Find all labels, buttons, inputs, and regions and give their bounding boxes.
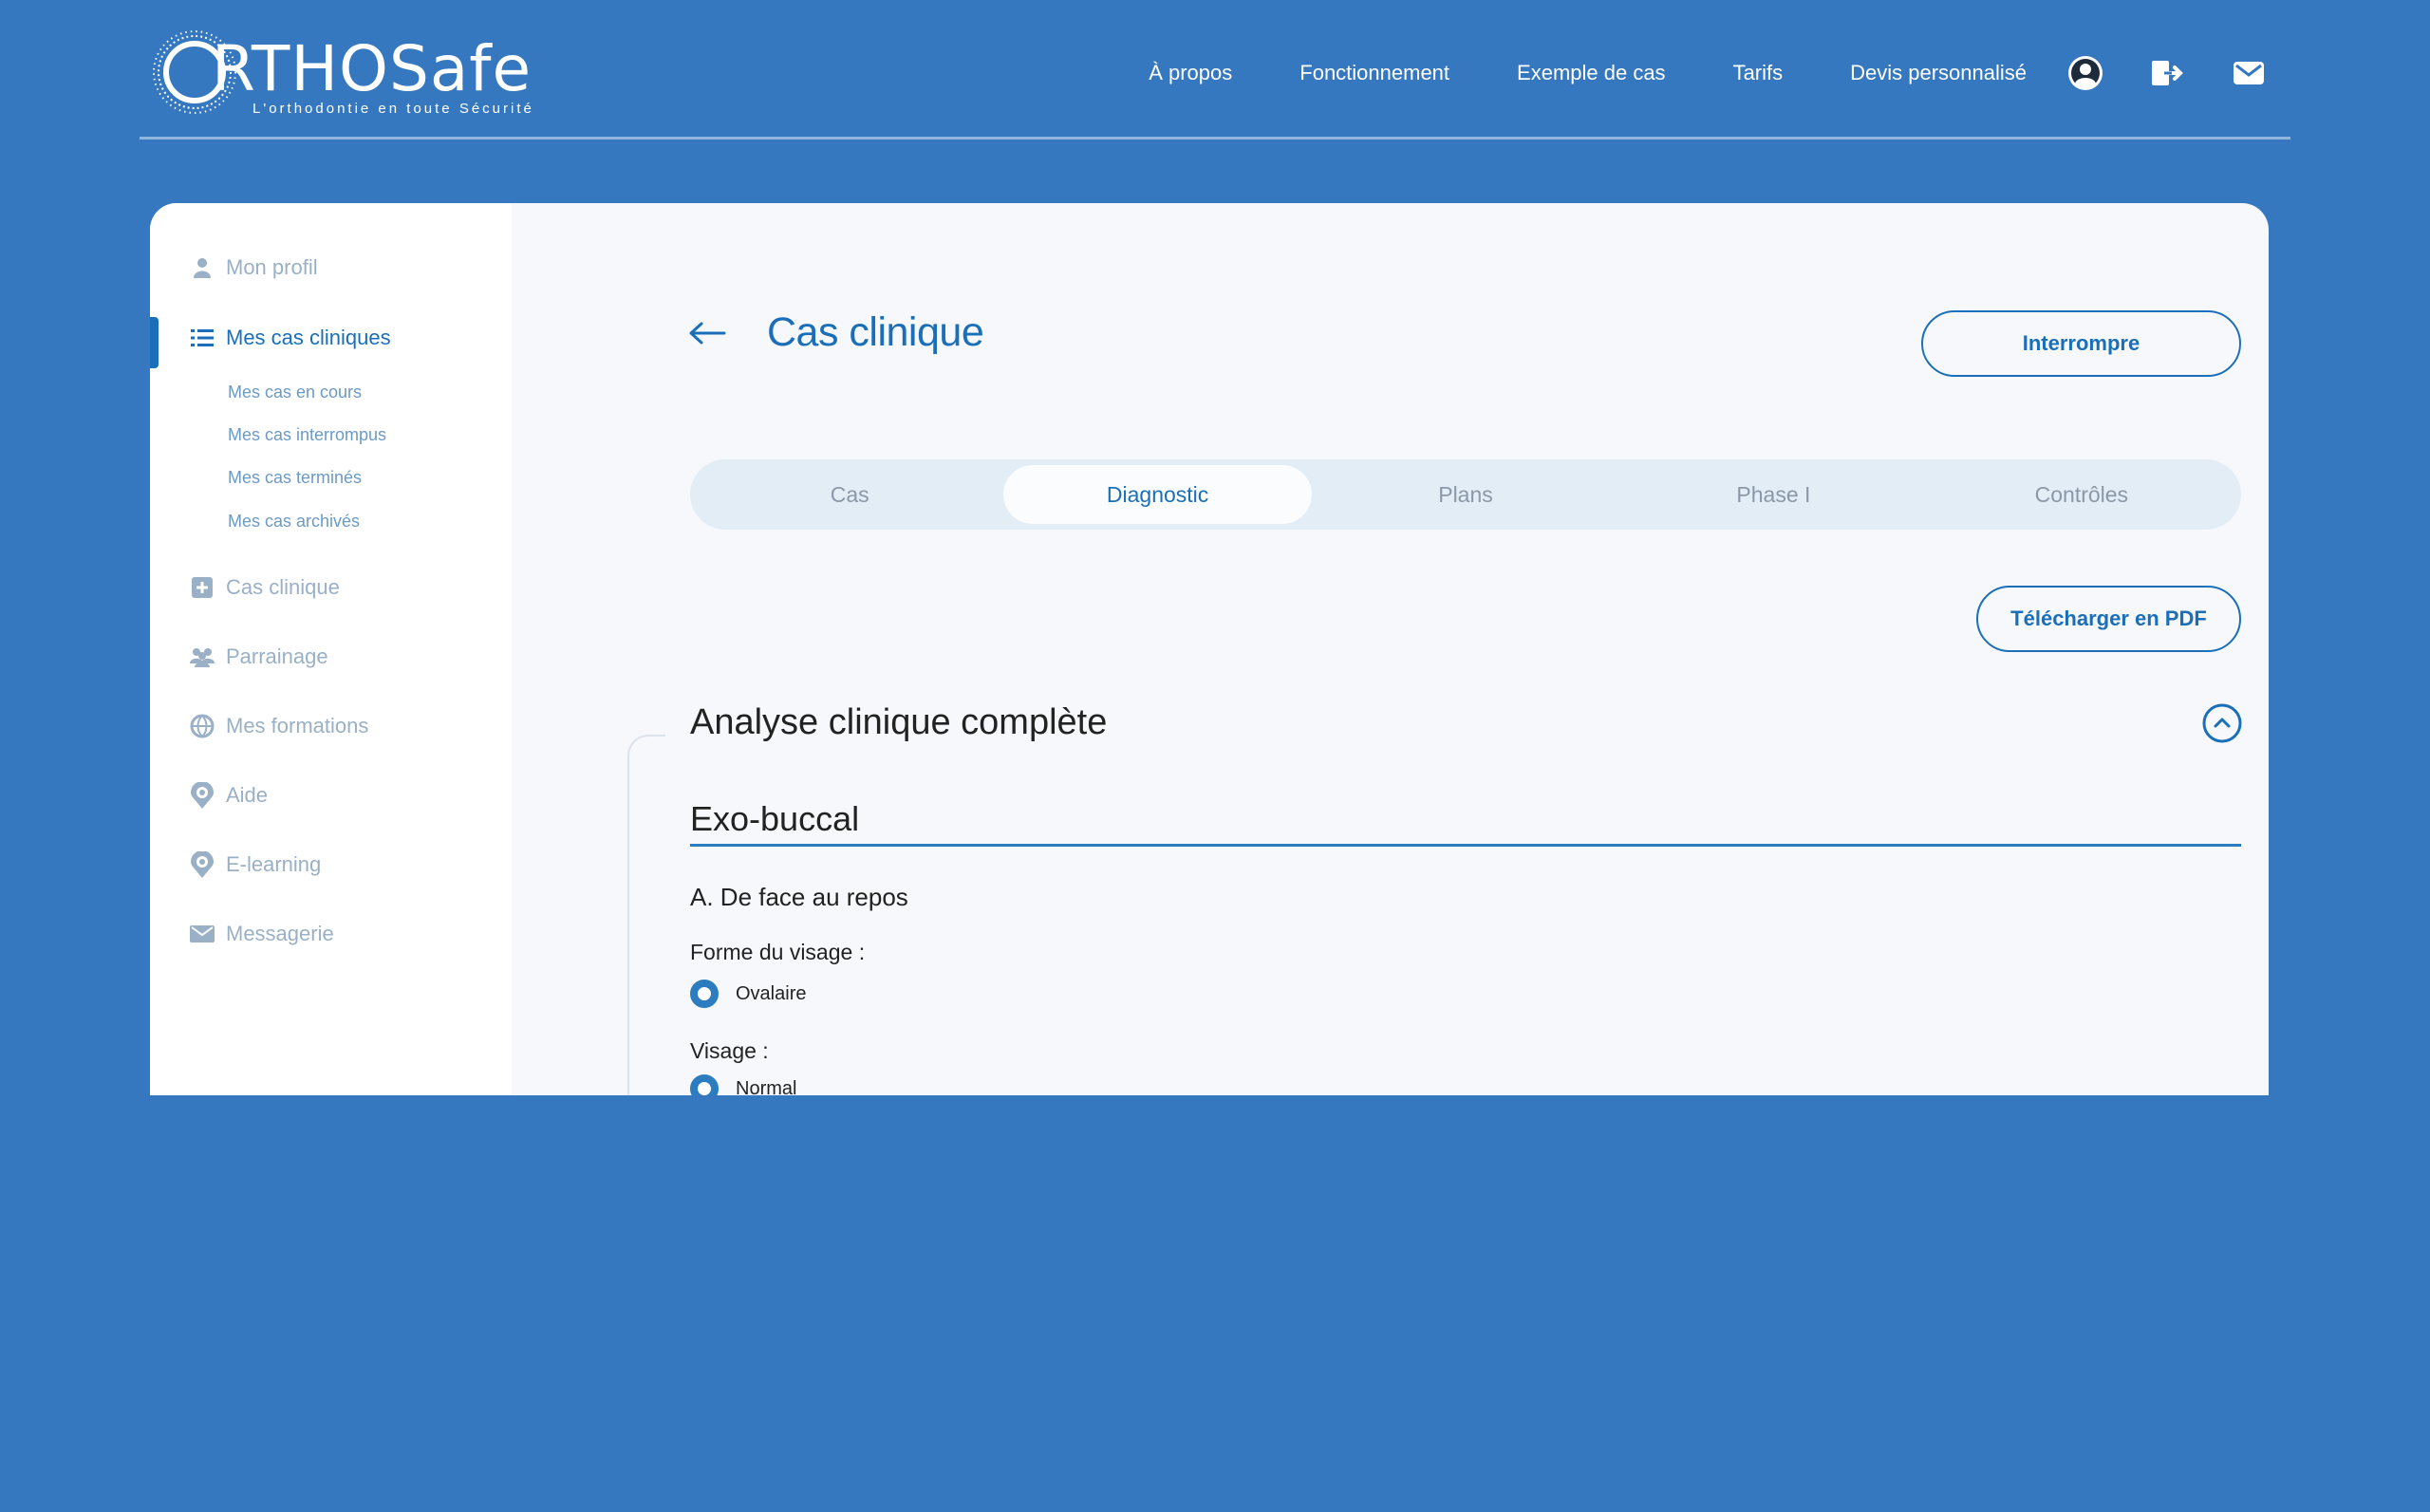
sidebar-item-label: Mon profil	[226, 255, 318, 279]
sidebar-item-mon-profil[interactable]: Mon profil	[190, 255, 318, 280]
sidebar-item-label: Mes formations	[226, 714, 369, 737]
globe-icon	[190, 714, 215, 738]
tab-controles[interactable]: Contrôles	[1928, 465, 2235, 524]
tab-cas[interactable]: Cas	[696, 465, 1003, 524]
sidebar-item-label: E-learning	[226, 852, 322, 876]
tabs-bar: Cas Diagnostic Plans Phase I Contrôles	[690, 459, 2241, 530]
nav-link-devis[interactable]: Devis personnalisé	[1850, 61, 2027, 85]
main-nav: À propos Fonctionnement Exemple de cas T…	[1149, 49, 2290, 97]
user-icon	[190, 255, 215, 280]
radio-option-ovalaire[interactable]: Ovalaire	[690, 980, 806, 1008]
field-label-visage: Visage :	[690, 1038, 769, 1063]
back-arrow-icon[interactable]	[688, 319, 726, 347]
sidebar-subitem-archives[interactable]: Mes cas archivés	[228, 512, 360, 532]
download-pdf-button[interactable]: Télécharger en PDF	[1976, 586, 2241, 652]
plus-square-icon	[190, 575, 215, 600]
group-icon	[190, 644, 215, 669]
nav-link-exemple-de-cas[interactable]: Exemple de cas	[1517, 61, 1666, 85]
nav-link-tarifs[interactable]: Tarifs	[1733, 61, 1784, 85]
active-indicator	[150, 317, 159, 368]
chevron-up-icon[interactable]	[2202, 703, 2242, 743]
subsection-title: Exo-buccal	[690, 799, 860, 838]
field-label-forme-visage: Forme du visage :	[690, 940, 866, 964]
tab-plans[interactable]: Plans	[1312, 465, 1619, 524]
sidebar-item-parrainage[interactable]: Parrainage	[190, 644, 328, 669]
interrupt-button[interactable]: Interrompre	[1921, 310, 2241, 377]
logout-icon[interactable]	[2148, 54, 2186, 92]
sidebar-item-label: Mes cas cliniques	[226, 326, 391, 349]
radio-label: Ovalaire	[736, 982, 807, 1004]
sidebar-item-label: Messagerie	[226, 922, 334, 945]
radio-option-normal[interactable]: Normal	[690, 1074, 796, 1095]
sidebar: Mon profil Mes cas cliniques Mes cas en …	[150, 203, 512, 1095]
user-icon[interactable]	[2066, 54, 2104, 92]
sidebar-item-label: Cas clinique	[226, 575, 340, 599]
sidebar-item-aide[interactable]: Aide	[190, 782, 269, 809]
sidebar-subitem-en-cours[interactable]: Mes cas en cours	[228, 383, 362, 402]
sidebar-subitem-termines[interactable]: Mes cas terminés	[228, 468, 362, 488]
sidebar-item-label: Aide	[226, 783, 269, 807]
elearning-pin-icon	[190, 851, 215, 878]
top-header: RTHOSafe L'orthodontie en toute Sécurité…	[140, 0, 2290, 140]
sidebar-item-mes-cas-cliniques[interactable]: Mes cas cliniques	[190, 326, 391, 350]
main-content: Cas clinique Interrompre Cas Diagnostic …	[512, 203, 2269, 1095]
section-connector	[627, 735, 665, 1095]
sidebar-item-messagerie[interactable]: Messagerie	[190, 922, 334, 946]
sidebar-item-e-learning[interactable]: E-learning	[190, 851, 322, 878]
envelope-icon	[190, 922, 215, 946]
tab-phase-i[interactable]: Phase I	[1619, 465, 1927, 524]
help-pin-icon	[190, 782, 215, 809]
logo[interactable]: RTHOSafe L'orthodontie en toute Sécurité	[151, 28, 550, 119]
page-title: Cas clinique	[767, 309, 984, 355]
group-title: A. De face au repos	[690, 883, 908, 911]
content-card: Mon profil Mes cas cliniques Mes cas en …	[150, 203, 2269, 1095]
sidebar-item-mes-formations[interactable]: Mes formations	[190, 714, 368, 738]
radio-label: Normal	[736, 1077, 797, 1096]
logo-name: RTHOSafe	[212, 32, 533, 105]
subsection-underline	[690, 844, 2241, 847]
section-title: Analyse clinique complète	[690, 702, 1108, 742]
sidebar-subitem-interrompus[interactable]: Mes cas interrompus	[228, 425, 386, 445]
sidebar-item-cas-clinique[interactable]: Cas clinique	[190, 575, 340, 600]
mail-icon[interactable]	[2230, 54, 2268, 92]
nav-link-a-propos[interactable]: À propos	[1149, 61, 1232, 85]
radio-button-selected[interactable]	[690, 1074, 719, 1095]
list-icon	[190, 326, 215, 350]
sidebar-item-label: Parrainage	[226, 644, 328, 668]
radio-button-selected[interactable]	[690, 980, 719, 1008]
nav-link-fonctionnement[interactable]: Fonctionnement	[1299, 61, 1449, 85]
logo-tagline: L'orthodontie en toute Sécurité	[252, 101, 534, 117]
tab-diagnostic[interactable]: Diagnostic	[1003, 465, 1312, 524]
